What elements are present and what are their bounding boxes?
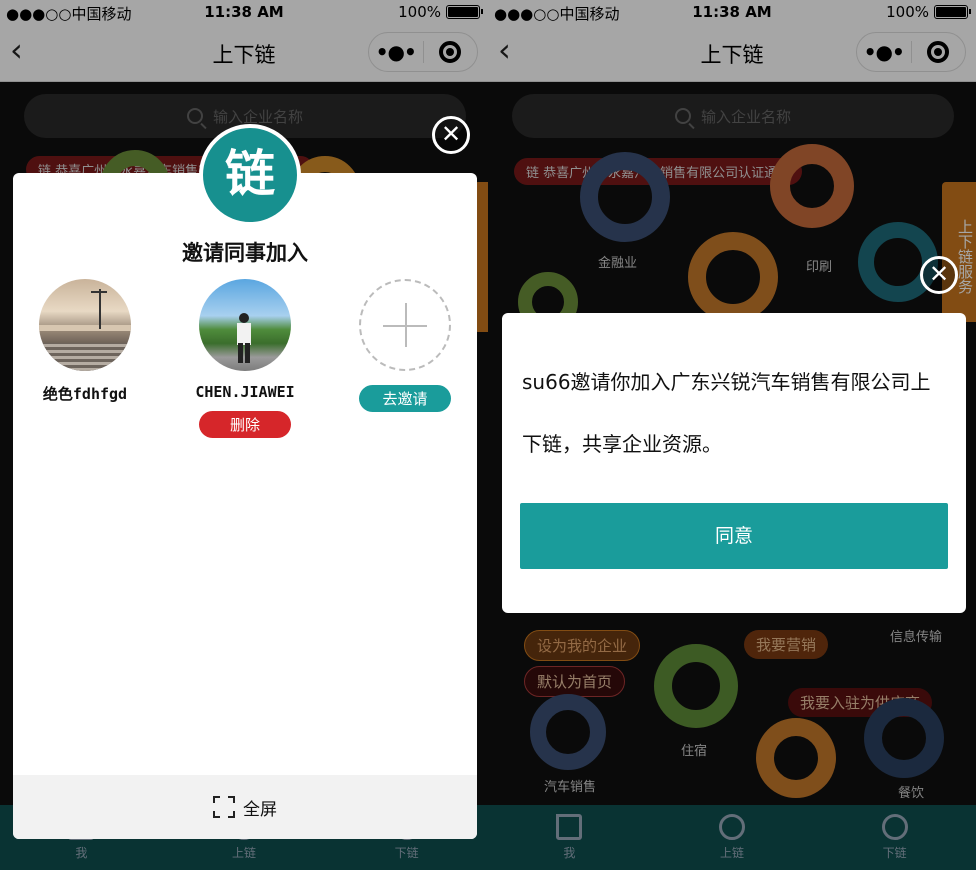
agree-button[interactable]: 同意 (520, 503, 948, 569)
add-member-card: 去邀请 (330, 279, 477, 412)
left-screen: ●●●○○中国移动 11:38 AM 100% ‹ 上下链 •●• 输入企业名称… (0, 0, 488, 870)
member-name: 绝色fdhfgd (42, 385, 128, 403)
expand-icon (213, 796, 235, 818)
close-icon[interactable]: ✕ (432, 116, 470, 154)
member-name: CHEN.JIAWEI (195, 383, 295, 401)
add-member-icon[interactable] (359, 279, 451, 371)
fullscreen-button[interactable]: 全屏 (13, 775, 477, 839)
invitation-message: su66邀请你加入广东兴锐汽车销售有限公司上下链，共享企业资源。 (522, 370, 931, 456)
avatar[interactable] (39, 279, 131, 371)
member-card: 绝色fdhfgd (13, 279, 160, 404)
member-card: CHEN.JIAWEI 删除 (170, 279, 320, 438)
dialog-title: 邀请同事加入 (182, 241, 308, 265)
avatar[interactable] (199, 279, 291, 371)
right-screen: ●●●○○中国移动 11:38 AM 100% ‹ 上下链 •●• 输入企业名称… (488, 0, 976, 870)
invitation-dialog: su66邀请你加入广东兴锐汽车销售有限公司上下链，共享企业资源。 同意 (502, 313, 966, 613)
invite-colleagues-dialog: 邀请同事加入 绝色fdhfgd CHEN.JIAWEI 删除 去邀请 全屏 (13, 173, 477, 839)
close-icon[interactable]: ✕ (920, 256, 958, 294)
invite-button[interactable]: 去邀请 (359, 385, 451, 412)
app-logo: 链 (199, 124, 301, 226)
fullscreen-label: 全屏 (243, 799, 277, 820)
delete-button[interactable]: 删除 (199, 411, 291, 438)
